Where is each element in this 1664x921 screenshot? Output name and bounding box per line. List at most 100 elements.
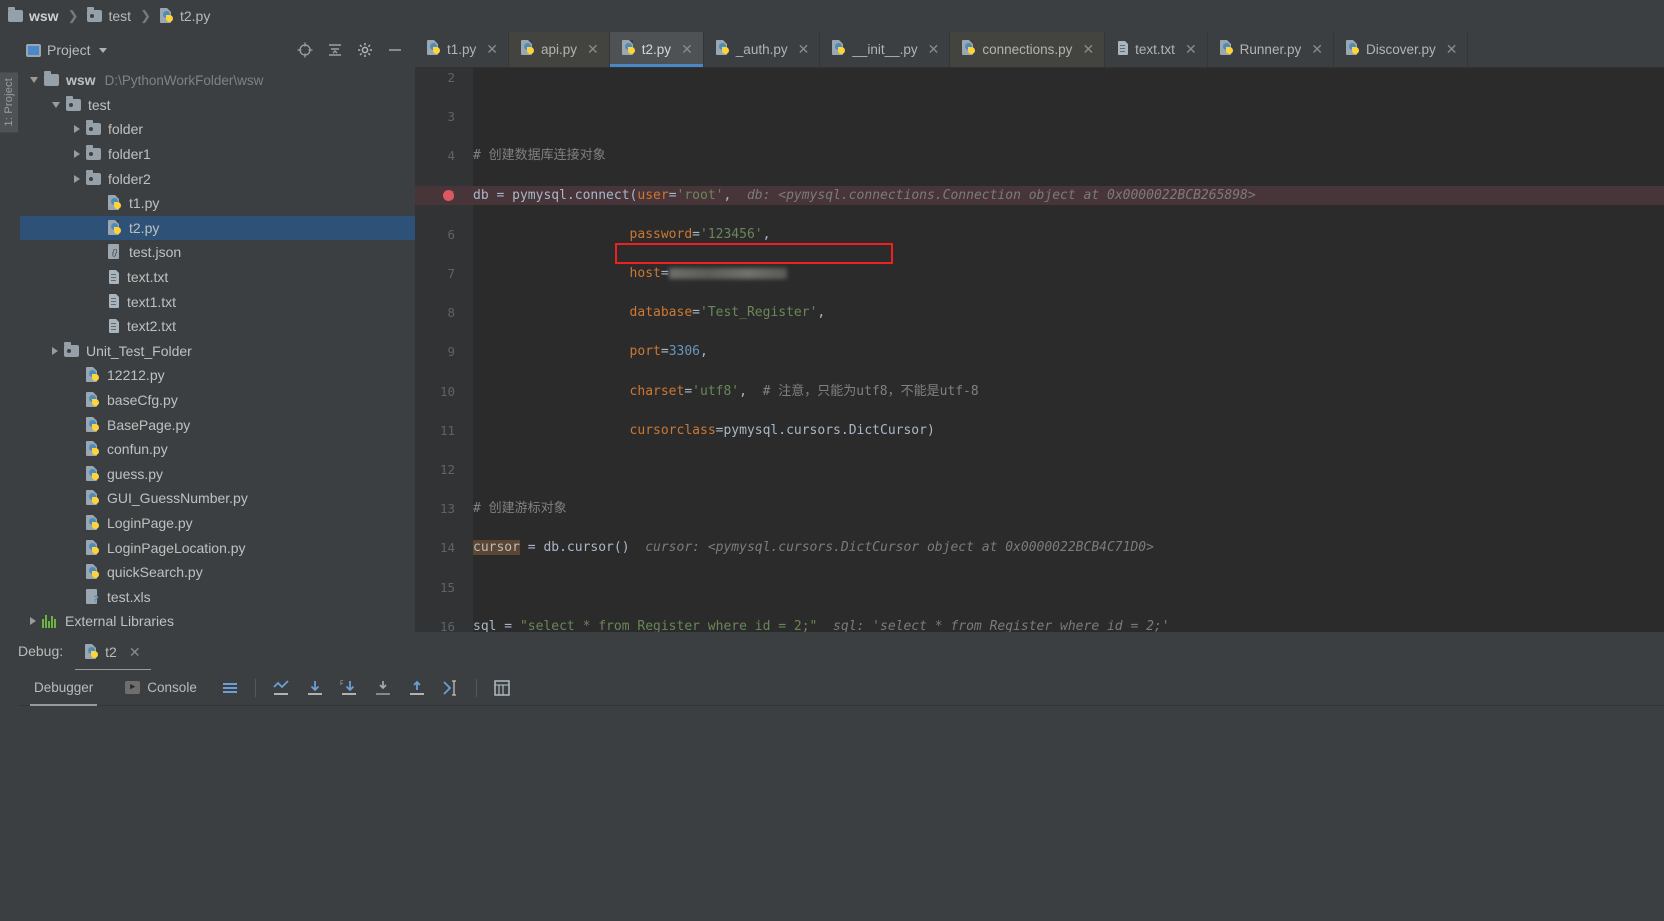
tree-item-t1-py[interactable]: t1.py: [20, 191, 415, 216]
tab-console[interactable]: ▶ Console: [109, 670, 213, 706]
tree-item-test-xls[interactable]: ?test.xls: [20, 584, 415, 609]
close-icon[interactable]: ✕: [129, 644, 141, 661]
chevron-down-icon[interactable]: [99, 48, 107, 53]
tree-item-loginpage-py[interactable]: LoginPage.py: [20, 511, 415, 536]
close-icon[interactable]: ✕: [1446, 41, 1458, 58]
breakpoint-icon[interactable]: [443, 190, 454, 201]
close-icon[interactable]: ✕: [681, 41, 693, 58]
tree-item-label: Unit_Test_Folder: [86, 343, 192, 359]
gear-icon[interactable]: [357, 42, 373, 58]
debug-session-tab[interactable]: t2 ✕: [75, 636, 150, 667]
breadcrumb-item-2[interactable]: t2.py: [160, 8, 210, 24]
tree-item-quicksearch-py[interactable]: quickSearch.py: [20, 560, 415, 585]
close-icon[interactable]: ✕: [798, 41, 810, 58]
close-icon[interactable]: ✕: [587, 41, 599, 58]
editor-tab-label: _auth.py: [736, 42, 788, 57]
tree-item-folder2[interactable]: folder2: [20, 166, 415, 191]
close-icon[interactable]: ✕: [928, 41, 940, 58]
tree-item-basepage-py[interactable]: BasePage.py: [20, 412, 415, 437]
tree-item-text2-txt[interactable]: text2.txt: [20, 314, 415, 339]
code-line-14[interactable]: 14cursor = db.cursor() cursor: <pymysql.…: [415, 538, 1664, 558]
python-file-icon: [108, 220, 122, 236]
code-line-2[interactable]: 2: [415, 68, 1664, 88]
vertical-tab-project[interactable]: 1: Project: [0, 72, 18, 132]
tree-item-guess-py[interactable]: guess.py: [20, 462, 415, 487]
breadcrumb-item-0[interactable]: wsw: [8, 8, 59, 24]
tree-item-label: text.txt: [127, 269, 168, 285]
code-line-10[interactable]: 10 charset='utf8', # 注意，只能为utf8，不能是utf-8: [415, 382, 1664, 402]
force-step-into-icon[interactable]: F: [339, 678, 359, 698]
code-line-13[interactable]: 13# 创建游标对象: [415, 499, 1664, 519]
tree-item-label: LoginPageLocation.py: [107, 540, 246, 556]
close-icon[interactable]: ✕: [1185, 41, 1197, 58]
tree-item-t2-py[interactable]: t2.py: [20, 216, 415, 241]
tree-item-confun-py[interactable]: confun.py: [20, 437, 415, 462]
python-file-icon: [86, 490, 100, 506]
tree-item-unit-test-folder[interactable]: Unit_Test_Folder: [20, 339, 415, 364]
chevron-right-icon[interactable]: [52, 347, 58, 355]
locate-icon[interactable]: [297, 42, 313, 58]
tree-item-test-json[interactable]: {}test.json: [20, 240, 415, 265]
debug-toolbar: Debugger ▶ Console F: [18, 670, 1664, 706]
editor-tab--init-py[interactable]: __init__.py✕: [820, 32, 950, 67]
code-line-12[interactable]: 12: [415, 460, 1664, 480]
code-line-4[interactable]: 4# 创建数据库连接对象: [415, 146, 1664, 166]
code-line-16[interactable]: 16sql = "select * from Register where id…: [415, 617, 1664, 632]
editor-tab-text-txt[interactable]: text.txt✕: [1105, 32, 1208, 67]
code-line-8[interactable]: 8 database='Test_Register',: [415, 303, 1664, 323]
line-number: 16: [415, 617, 455, 632]
chevron-down-icon[interactable]: [30, 77, 38, 83]
tree-item-basecfg-py[interactable]: baseCfg.py: [20, 388, 415, 413]
code-line-9[interactable]: 9 port=3306,: [415, 342, 1664, 362]
tree-item-text1-txt[interactable]: text1.txt: [20, 289, 415, 314]
chevron-right-icon[interactable]: [30, 617, 36, 625]
evaluate-expression-icon[interactable]: [492, 678, 512, 698]
debug-label: Debug:: [18, 643, 63, 659]
code-line-3[interactable]: 3: [415, 107, 1664, 127]
editor-tab-t1-py[interactable]: t1.py✕: [415, 32, 509, 67]
tree-item-folder1[interactable]: folder1: [20, 142, 415, 167]
run-to-cursor-icon[interactable]: [441, 678, 461, 698]
close-icon[interactable]: ✕: [486, 41, 498, 58]
code-line-5[interactable]: 5db = pymysql.connect(user='root', db: <…: [415, 186, 1664, 206]
show-execution-point-icon[interactable]: [271, 678, 291, 698]
code-line-6[interactable]: 6 password='123456',: [415, 225, 1664, 245]
tree-item-wsw[interactable]: wswD:\PythonWorkFolder\wsw: [20, 68, 415, 93]
breadcrumb-label: t2.py: [180, 8, 210, 24]
chevron-down-icon[interactable]: [52, 102, 60, 108]
step-over-icon[interactable]: [305, 678, 325, 698]
editor-tab--auth-py[interactable]: _auth.py ✕: [704, 32, 821, 67]
chevron-right-icon[interactable]: [74, 150, 80, 158]
tree-item-12212-py[interactable]: 12212.py: [20, 363, 415, 388]
editor-tab-connections-py[interactable]: connections.py✕: [950, 32, 1105, 67]
tree-item-gui-guessnumber-py[interactable]: GUI_GuessNumber.py: [20, 486, 415, 511]
tree-item-test[interactable]: test: [20, 93, 415, 118]
step-into-icon[interactable]: [373, 678, 393, 698]
editor-tab-t2-py[interactable]: t2.py✕: [610, 32, 704, 67]
minimize-icon[interactable]: [387, 42, 403, 58]
layout-icon[interactable]: [220, 678, 240, 698]
editor-tab-discover-py[interactable]: Discover.py✕: [1334, 32, 1469, 67]
close-icon[interactable]: ✕: [1082, 41, 1094, 58]
editor-tab-runner-py[interactable]: Runner.py✕: [1208, 32, 1334, 67]
code-text: database='Test_Register',: [473, 303, 825, 323]
breadcrumb-item-1[interactable]: test: [87, 8, 131, 24]
tree-item-external-libraries[interactable]: External Libraries: [20, 609, 415, 632]
editor-tab-api-py[interactable]: api.py✕: [509, 32, 610, 67]
python-file-icon: [85, 644, 99, 660]
code-line-11[interactable]: 11 cursorclass=pymysql.cursors.DictCurso…: [415, 421, 1664, 441]
tab-debugger[interactable]: Debugger: [18, 670, 109, 706]
tree-item-text-txt[interactable]: text.txt: [20, 265, 415, 290]
tree-item-loginpagelocation-py[interactable]: LoginPageLocation.py: [20, 535, 415, 560]
chevron-right-icon[interactable]: [74, 125, 80, 133]
close-icon[interactable]: ✕: [1311, 41, 1323, 58]
code-line-7[interactable]: 7 host=: [415, 264, 1664, 284]
code-line-15[interactable]: 15: [415, 578, 1664, 598]
tree-item-folder[interactable]: folder: [20, 117, 415, 142]
collapse-all-icon[interactable]: [327, 42, 343, 58]
python-file-icon: [1220, 40, 1234, 59]
project-tree: wswD:\PythonWorkFolder\wswtestfolderfold…: [20, 68, 415, 632]
code-editor[interactable]: 2 3 4# 创建数据库连接对象 5db = pymysql.connect(user…: [415, 68, 1664, 632]
step-out-icon[interactable]: [407, 678, 427, 698]
chevron-right-icon[interactable]: [74, 175, 80, 183]
